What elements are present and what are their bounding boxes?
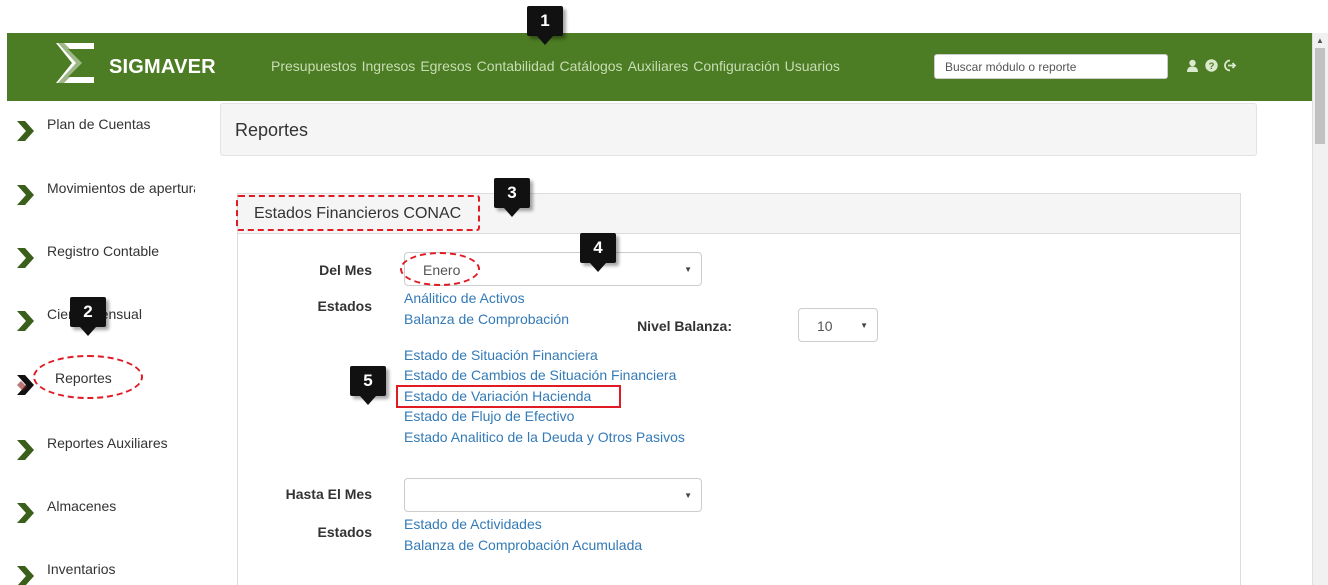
sidebar-item-plan-de-cuentas[interactable]: Plan de Cuentas (15, 116, 151, 142)
nav-ingresos[interactable]: Ingresos (362, 58, 416, 74)
sidebar-item-label: Registro Contable (47, 243, 160, 259)
sidebar-item-label: Reportes Auxiliares (47, 435, 168, 451)
hasta-el-mes-label: Hasta El Mes (285, 486, 372, 502)
nav-configuracion[interactable]: Configuración (693, 58, 779, 74)
page-header-panel (220, 103, 1257, 156)
sigma-logo-icon (56, 43, 94, 83)
estados-label: Estados (317, 298, 372, 314)
sidebar-item-label: Inventarios (47, 561, 116, 577)
page-title: Reportes (235, 120, 309, 140)
dropdown-caret-icon: ▼ (684, 491, 692, 500)
chevron-right-icon (17, 121, 34, 141)
nav-egresos[interactable]: Egresos (420, 58, 471, 74)
nav-contabilidad[interactable]: Contabilidad (477, 58, 555, 74)
scroll-up-arrow-icon[interactable]: ▲ (1312, 33, 1328, 48)
chevron-right-icon (17, 566, 34, 585)
nivel-balanza-label: Nivel Balanza: (637, 318, 732, 334)
dropdown-caret-icon: ▼ (860, 321, 868, 330)
callout-badge-1: 1 (527, 6, 563, 45)
sidebar-item-inventarios[interactable]: Inventarios (15, 561, 115, 585)
sidebar-item-cierre-mensual[interactable]: Cierre Mensual (15, 306, 142, 332)
chevron-right-icon (17, 311, 34, 331)
main-menu: Presupuestos Ingresos Egresos Contabilid… (271, 58, 840, 74)
link-balanza-de-comprobacion[interactable]: Balanza de Comprobación (404, 311, 569, 327)
sidebar-item-reportes[interactable]: Reportes (15, 370, 112, 396)
link-estado-analitico-de-la-deuda[interactable]: Estado Analitico de la Deuda y Otros Pas… (404, 429, 685, 445)
nav-auxiliares[interactable]: Auxiliares (628, 58, 689, 74)
sidebar-item-label: Almacenes (47, 498, 117, 514)
link-estado-de-situacion-financiera[interactable]: Estado de Situación Financiera (404, 347, 598, 363)
sign-out-icon[interactable] (1223, 58, 1237, 72)
dropdown-caret-icon: ▼ (684, 265, 692, 274)
scrollbar-thumb[interactable] (1315, 48, 1325, 144)
sidebar-item-label: Plan de Cuentas (47, 116, 151, 132)
sidebar-item-almacenes[interactable]: Almacenes (15, 498, 116, 524)
callout-badge-4: 4 (580, 233, 616, 272)
sidebar-item-movimientos-de-apertura[interactable]: Movimientos de apertura (15, 180, 195, 206)
chevron-right-icon (17, 248, 34, 268)
nav-presupuestos[interactable]: Presupuestos (271, 58, 357, 74)
page: SIGMAVER Presupuestos Ingresos Egresos C… (0, 0, 1328, 585)
estados-label-2: Estados (317, 524, 372, 540)
chevron-right-icon (17, 375, 34, 395)
nav-catalogos[interactable]: Catálogos (560, 58, 623, 74)
app-logo-text[interactable]: SIGMAVER (109, 56, 216, 79)
link-estado-de-actividades[interactable]: Estado de Actividades (404, 516, 542, 532)
chevron-right-icon (17, 185, 34, 205)
nav-usuarios[interactable]: Usuarios (785, 58, 840, 74)
link-estado-de-cambios-de-situacion-financiera[interactable]: Estado de Cambios de Situación Financier… (404, 367, 676, 383)
highlight-del-mes-value (400, 252, 480, 286)
nav-icons: ? (1185, 58, 1237, 72)
highlight-sidebar-reportes (33, 355, 143, 399)
sidebar-item-reportes-auxiliares[interactable]: Reportes Auxiliares (15, 435, 168, 461)
link-analitico-de-activos[interactable]: Análitico de Activos (404, 290, 525, 306)
chevron-right-icon (17, 503, 34, 523)
link-balanza-de-comprobacion-acumulada[interactable]: Balanza de Comprobación Acumulada (404, 537, 642, 553)
search-input[interactable] (934, 54, 1168, 79)
callout-badge-5: 5 (350, 366, 386, 405)
svg-text:?: ? (1208, 61, 1214, 72)
question-circle-icon[interactable]: ? (1204, 58, 1218, 72)
del-mes-label: Del Mes (319, 262, 372, 278)
highlight-estado-variacion-hacienda (396, 385, 621, 408)
sidebar-item-label: Movimientos de apertura (47, 180, 195, 196)
link-estado-de-flujo-de-efectivo[interactable]: Estado de Flujo de Efectivo (404, 408, 574, 424)
callout-badge-2: 2 (70, 297, 106, 336)
nivel-balanza-value: 10 (817, 318, 833, 334)
estados-financieros-panel (237, 193, 1241, 585)
highlight-panel-title (236, 195, 480, 231)
hasta-el-mes-select[interactable]: ▼ (404, 478, 702, 512)
user-icon[interactable] (1185, 58, 1199, 72)
chevron-right-icon (17, 440, 34, 460)
sidebar-item-registro-contable[interactable]: Registro Contable (15, 243, 159, 269)
nivel-balanza-select[interactable]: 10 ▼ (798, 308, 878, 342)
callout-badge-3: 3 (494, 178, 530, 217)
